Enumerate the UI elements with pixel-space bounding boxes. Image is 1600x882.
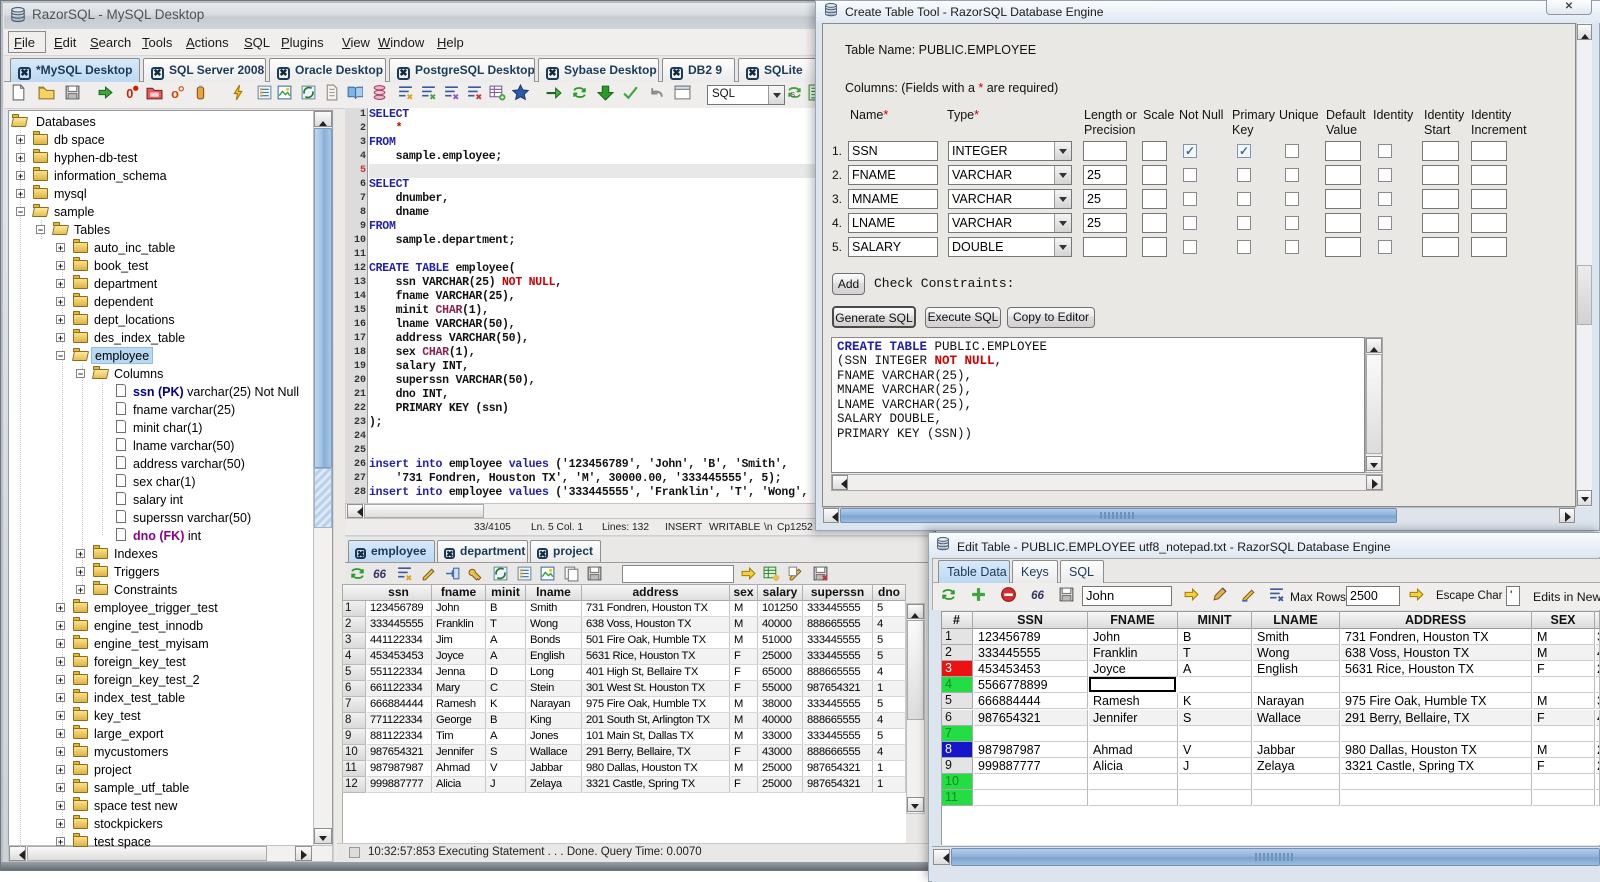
- svg-text:66: 66: [373, 568, 386, 581]
- svg-text:o: o: [171, 86, 179, 101]
- svg-text:66: 66: [1031, 589, 1044, 602]
- svg-text:S: S: [790, 90, 795, 99]
- svg-text:0: 0: [126, 86, 133, 101]
